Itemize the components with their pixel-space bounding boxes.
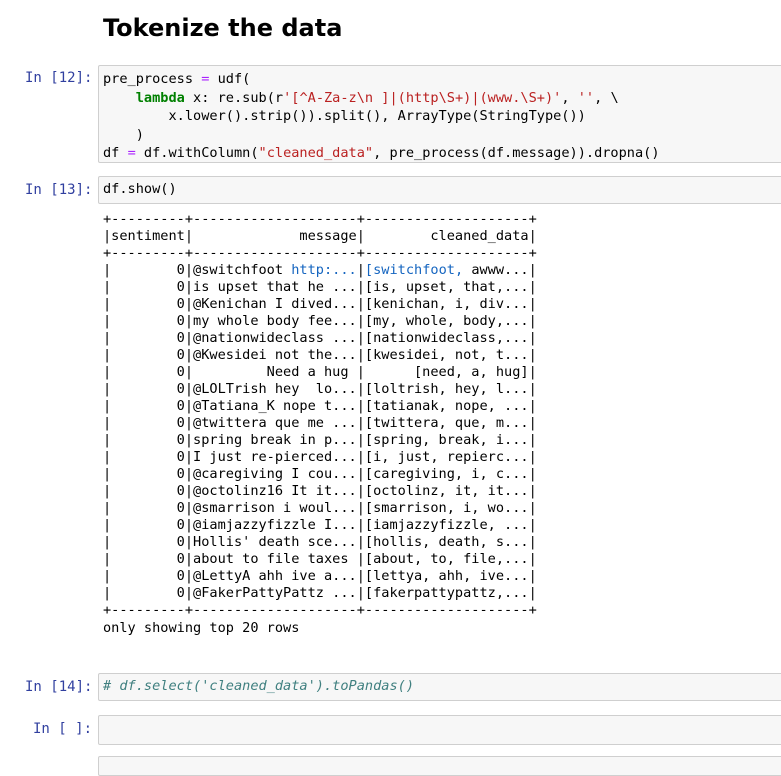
table-border: +---------+--------------------+--------…: [103, 211, 537, 227]
table-header: |sentiment| message| cleaned_data|: [103, 228, 537, 244]
code-text-13: df.show(): [103, 181, 177, 197]
table-row: | 0|@smarrison i woul...|[smarrison, i, …: [103, 500, 537, 516]
code-cell-14[interactable]: # df.select('cleaned_data').toPandas(): [98, 673, 781, 701]
cell-prompt-14: In [14]:: [25, 679, 93, 695]
output-note: only showing top 20 rows: [103, 620, 300, 636]
table-row: | 0|@LettyA ahh ive a...|[lettya, ahh, i…: [103, 568, 537, 584]
table-row: | 0|I just re-pierced...|[i, just, repie…: [103, 449, 537, 465]
table-border: +---------+--------------------+--------…: [103, 245, 537, 261]
code-cell-12[interactable]: pre_process = udf( lambda x: re.sub(r'[^…: [98, 65, 781, 163]
code-cell-13[interactable]: df.show(): [98, 176, 781, 204]
table-row: | 0|@FakerPattyPattz ...|[fakerpattypatt…: [103, 585, 537, 601]
table-row: | 0|spring break in p...|[spring, break,…: [103, 432, 537, 448]
table-row: | 0|@caregiving I cou...|[caregiving, i,…: [103, 466, 537, 482]
table-row: | 0|Hollis' death sce...|[hollis, death,…: [103, 534, 537, 550]
table-row: | 0|my whole body fee...|[my, whole, bod…: [103, 313, 537, 329]
table-row: | 0| Need a hug | [need, a, hug]|: [103, 364, 537, 380]
cell-prompt-empty: In [ ]:: [33, 721, 93, 737]
code-cell-empty[interactable]: [98, 715, 781, 745]
table-row: | 0|@Kenichan I dived...|[kenichan, i, d…: [103, 296, 537, 312]
cell-prompt-13: In [13]:: [25, 182, 93, 198]
table-row: | 0|@iamjazzyfizzle I...|[iamjazzyfizzle…: [103, 517, 537, 533]
table-row: | 0|about to file taxes |[about, to, fil…: [103, 551, 537, 567]
section-heading: Tokenize the data: [103, 14, 343, 42]
table-row: | 0|@Tatiana_K nope t...|[tatianak, nope…: [103, 398, 537, 414]
code-text-12: pre_process = udf( lambda x: re.sub(r'[^…: [103, 71, 660, 161]
code-text-14: # df.select('cleaned_data').toPandas(): [103, 678, 414, 694]
code-cell-next-partial[interactable]: [98, 756, 781, 776]
cell-prompt-12: In [12]:: [25, 70, 93, 86]
table-row: | 0|@nationwideclass ...|[nationwideclas…: [103, 330, 537, 346]
table-row: | 0|@octolinz16 It it...|[octolinz, it, …: [103, 483, 537, 499]
table-row: | 0|@Kwesidei not the...|[kwesidei, not,…: [103, 347, 537, 363]
table-row: | 0|@twittera que me ...|[twittera, que,…: [103, 415, 537, 431]
table-row: | 0|@switchfoot http:...|[switchfoot, aw…: [103, 262, 537, 278]
table-row: | 0|is upset that he ...|[is, upset, tha…: [103, 279, 537, 295]
table-row: | 0|@LOLTrish hey lo...|[loltrish, hey, …: [103, 381, 537, 397]
dataframe-output-table: +---------+--------------------+--------…: [103, 211, 537, 619]
table-border: +---------+--------------------+--------…: [103, 602, 537, 618]
